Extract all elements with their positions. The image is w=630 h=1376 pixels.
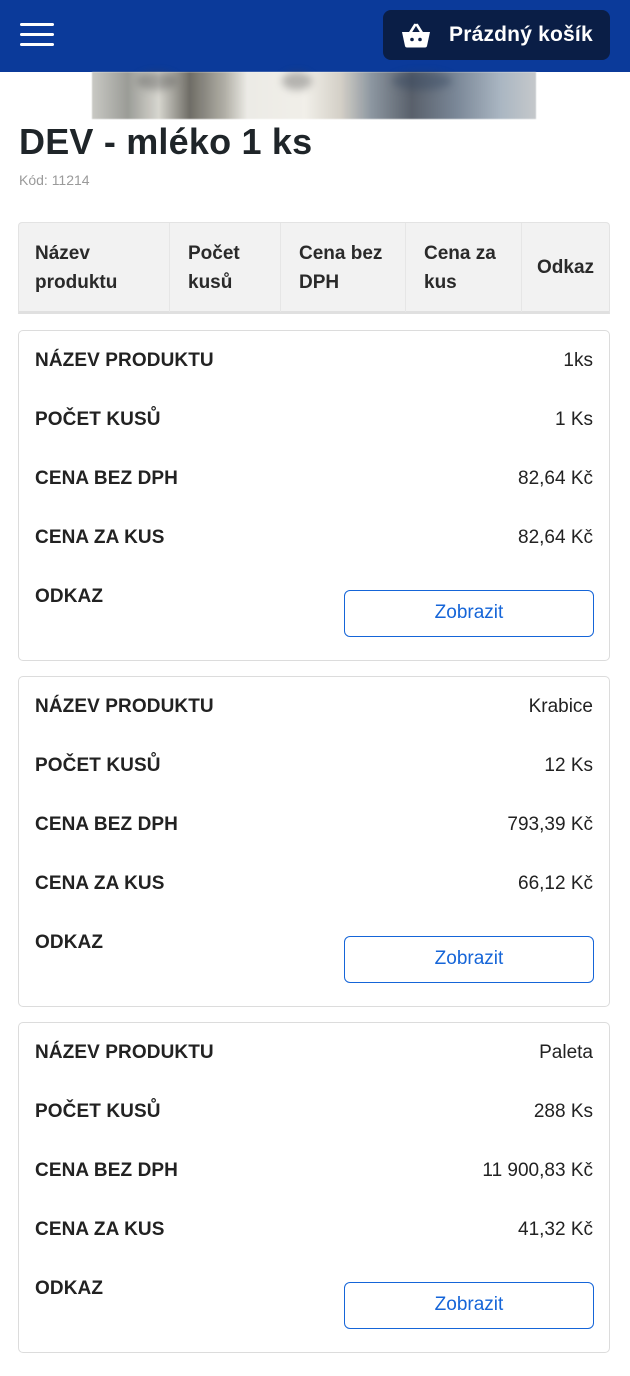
row-price-no-vat: CENA BEZ DPH 793,39 Kč (35, 814, 593, 844)
value-name: Paleta (539, 1042, 593, 1063)
header-divider (280, 223, 281, 312)
row-price-no-vat: CENA BEZ DPH 82,64 Kč (35, 468, 593, 498)
table-header: Název produktu Počet kusů Cena bez DPH C… (18, 222, 610, 314)
label-link: ODKAZ (35, 1278, 104, 1299)
row-name: NÁZEV PRODUKTU 1ks (35, 350, 593, 380)
row-name: NÁZEV PRODUKTU Krabice (35, 696, 593, 726)
column-header-price-no-vat: Cena bez DPH (299, 239, 382, 297)
row-count: POČET KUSŮ 12 Ks (35, 755, 593, 785)
header-divider (521, 223, 522, 312)
label-count: POČET KUSŮ (35, 409, 161, 430)
column-header-name-line1: Název (35, 243, 90, 264)
top-bar: Prázdný košík (0, 0, 630, 72)
column-header-unit-line1: Cena za (424, 243, 496, 264)
value-count: 1 Ks (554, 409, 593, 430)
column-header-name: Název produktu (35, 239, 117, 297)
label-count: POČET KUSŮ (35, 1101, 161, 1122)
label-unit-price: CENA ZA KUS (35, 1219, 165, 1240)
product-image (92, 72, 536, 119)
label-name: NÁZEV PRODUKTU (35, 1042, 214, 1063)
value-name: Krabice (528, 696, 593, 717)
row-name: NÁZEV PRODUKTU Paleta (35, 1042, 593, 1072)
column-header-link: Odkaz (537, 253, 594, 282)
label-name: NÁZEV PRODUKTU (35, 696, 214, 717)
table-row: NÁZEV PRODUKTU 1ks POČET KUSŮ 1 Ks CENA … (18, 330, 610, 661)
hamburger-icon[interactable] (20, 22, 56, 48)
value-count: 288 Ks (533, 1101, 593, 1122)
column-header-link-line1: Odkaz (537, 257, 595, 278)
column-header-name-line2: produktu (35, 272, 118, 293)
label-price-no-vat: CENA BEZ DPH (35, 814, 179, 835)
table-row: NÁZEV PRODUKTU Krabice POČET KUSŮ 12 Ks … (18, 676, 610, 1007)
label-count: POČET KUSŮ (35, 755, 161, 776)
row-unit-price: CENA ZA KUS 66,12 Kč (35, 873, 593, 903)
column-header-price-line2: DPH (299, 272, 340, 293)
column-header-count: Počet kusů (188, 239, 240, 297)
header-divider (169, 223, 170, 312)
row-unit-price: CENA ZA KUS 41,32 Kč (35, 1219, 593, 1249)
value-price-no-vat: 11 900,83 Kč (482, 1160, 593, 1181)
cart-label: Prázdný košík (449, 23, 593, 46)
header-divider (405, 223, 406, 312)
value-name: 1ks (563, 350, 593, 371)
label-unit-price: CENA ZA KUS (35, 873, 165, 894)
row-count: POČET KUSŮ 288 Ks (35, 1101, 593, 1131)
label-unit-price: CENA ZA KUS (35, 527, 165, 548)
product-title: DEV - mléko 1 ks (19, 121, 313, 162)
value-price-no-vat: 793,39 Kč (507, 814, 593, 835)
basket-icon (402, 23, 430, 48)
column-header-count-line2: kusů (188, 272, 233, 293)
row-unit-price: CENA ZA KUS 82,64 Kč (35, 527, 593, 557)
row-price-no-vat: CENA BEZ DPH 11 900,83 Kč (35, 1160, 593, 1190)
label-link: ODKAZ (35, 586, 104, 607)
column-header-price-line1: Cena bez (299, 243, 383, 264)
label-price-no-vat: CENA BEZ DPH (35, 468, 179, 489)
row-count: POČET KUSŮ 1 Ks (35, 409, 593, 439)
value-count: 12 Ks (544, 755, 593, 776)
product-code: Kód: 11214 (19, 172, 90, 188)
show-button[interactable]: Zobrazit (344, 1282, 594, 1329)
column-header-unit-line2: kus (424, 272, 457, 293)
value-unit-price: 66,12 Kč (518, 873, 593, 894)
table-row: NÁZEV PRODUKTU Paleta POČET KUSŮ 288 Ks … (18, 1022, 610, 1353)
label-link: ODKAZ (35, 932, 104, 953)
value-unit-price: 82,64 Kč (518, 527, 593, 548)
cart-button[interactable]: Prázdný košík (383, 10, 610, 60)
show-button[interactable]: Zobrazit (344, 936, 594, 983)
column-header-unit-price: Cena za kus (424, 239, 496, 297)
value-price-no-vat: 82,64 Kč (518, 468, 593, 489)
show-button[interactable]: Zobrazit (344, 590, 594, 637)
value-unit-price: 41,32 Kč (518, 1219, 593, 1240)
column-header-count-line1: Počet (188, 243, 240, 264)
label-name: NÁZEV PRODUKTU (35, 350, 214, 371)
label-price-no-vat: CENA BEZ DPH (35, 1160, 179, 1181)
